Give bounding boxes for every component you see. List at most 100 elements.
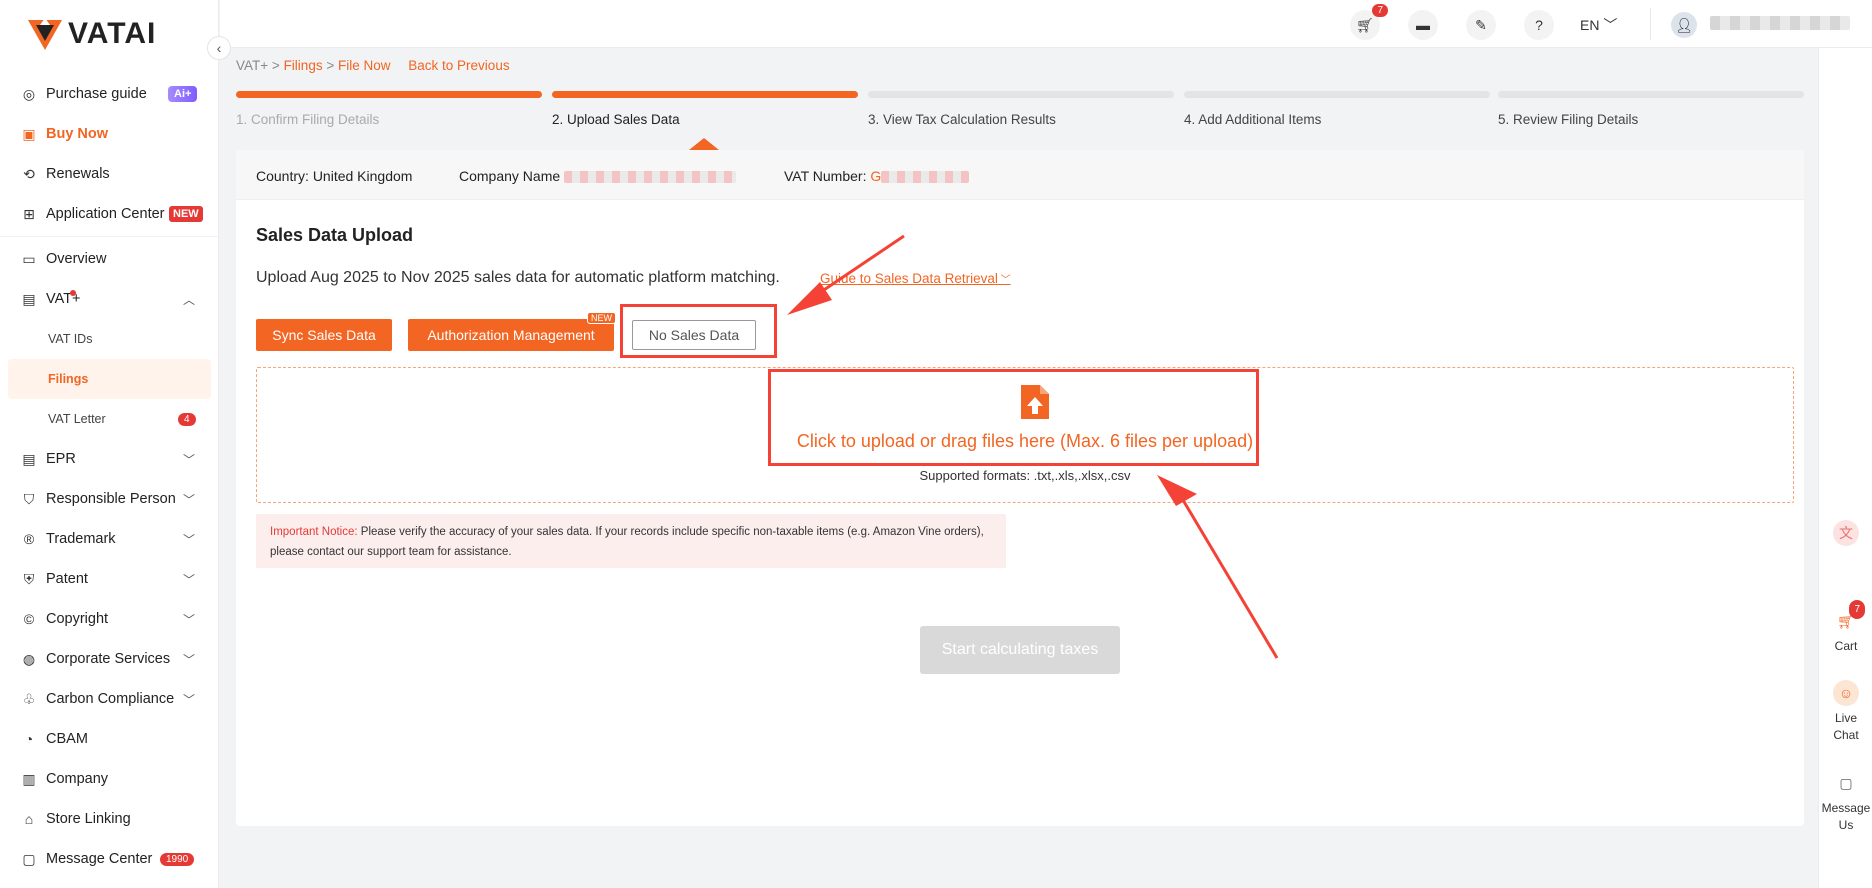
sidebar-item-label: Company [46,771,109,787]
message-us-button[interactable]: ▢ Message Us [1819,770,1872,834]
file-dropzone[interactable]: Click to upload or drag files here (Max.… [256,367,1794,503]
sidebar-item-buy-now[interactable]: ▣ Buy Now [0,114,219,154]
back-to-previous-link[interactable]: Back to Previous [408,58,509,73]
cart-count-badge: 7 [1372,4,1388,17]
sidebar-item-label: Patent [46,571,88,587]
step-bar [1184,91,1490,98]
sidebar-item-carbon-compliance[interactable]: ♧ Carbon Compliance ﹀ [0,679,219,719]
sidebar-item-application-center[interactable]: ⊞ Application Center NEW [0,194,219,234]
country-info: Country: United Kingdom [256,168,412,184]
section-title: Sales Data Upload [256,225,414,245]
translate-button[interactable]: 文 [1819,520,1872,550]
cart-label: Cart [1834,639,1858,653]
sidebar-item-label: Responsible Person [46,491,176,507]
cart-button[interactable]: 🛒︎ 7 [1350,4,1388,40]
chevron-down-icon: ﹀ [182,452,195,467]
sidebar-item-copyright[interactable]: © Copyright ﹀ [0,599,219,639]
step-label: 3. View Tax Calculation Results [868,112,1056,127]
new-badge: NEW [169,206,203,222]
help-button[interactable]: ? [1524,10,1554,40]
shield-icon: ⛉ [23,490,35,507]
chevron-up-icon: ︿ [182,292,195,307]
copyright-icon: © [23,611,35,627]
step-label: 2. Upload Sales Data [552,112,680,127]
step-bar [1498,91,1804,98]
chat-bubble-icon: ▢ [1839,774,1853,791]
sidebar-item-store-linking[interactable]: ⌂ Store Linking [0,799,219,839]
breadcrumb-filings[interactable]: Filings [284,58,323,73]
chevron-down-icon: ﹀ [182,572,195,587]
sidebar-item-label: Copyright [46,611,109,627]
cart-count-badge: 7 [1849,600,1865,619]
language-selector[interactable]: EN ﹀ [1580,15,1617,35]
brand-name: VATAI [68,17,157,50]
start-calculating-taxes-button[interactable]: Start calculating taxes [920,626,1120,674]
step-1: 1. Confirm Filing Details [236,91,542,127]
step-bar [236,91,542,98]
sidebar-item-vat-ids[interactable]: VAT IDs [0,319,219,359]
apps-icon: ⊞ [23,205,35,222]
vat-number-redacted [881,171,970,184]
epr-icon: ▤ [22,450,36,467]
building-icon: ▥ [22,770,36,787]
vat-number-prefix: G [870,168,882,184]
sidebar-item-overview[interactable]: ▭ Overview [0,239,219,279]
ticket-button[interactable]: ▬ [1408,10,1438,40]
sidebar-item-label: CBAM [46,731,88,747]
sidebar-item-label: VAT Letter [48,412,106,426]
shop-icon: ▣ [22,125,36,142]
dropzone-text: Click to upload or drag files here (Max.… [796,431,1254,451]
sidebar-item-company[interactable]: ▥ Company [0,759,219,799]
live-chat-button[interactable]: ☺ Live Chat [1819,680,1872,744]
step-5: 5. Review Filing Details [1498,91,1804,127]
no-sales-data-button[interactable]: No Sales Data [632,320,756,350]
live-chat-label: Live Chat [1833,711,1859,742]
guide-link-label: Guide to Sales Data Retrieval [820,271,998,286]
sidebar-item-renewals[interactable]: ⟲ Renewals [0,154,219,194]
chevron-down-icon: ﹀ [182,612,195,627]
sidebar-item-responsible-person[interactable]: ⛉ Responsible Person ﹀ [0,479,219,519]
sidebar-item-vat[interactable]: ▤ VAT+ ︿ [0,279,219,319]
sidebar-item-message-center[interactable]: ▢ Message Center 1990 [0,839,219,879]
current-step-pointer [689,138,719,150]
sidebar-item-epr[interactable]: ▤ EPR ﹀ [0,439,219,479]
upload-description: Upload Aug 2025 to Nov 2025 sales data f… [256,269,780,286]
brand-logo[interactable]: VATAI [26,14,156,54]
collapse-sidebar-button[interactable]: ‹ [207,36,231,60]
sidebar-item-filings[interactable]: Filings [8,359,211,399]
tools-button[interactable]: ✎ [1466,10,1496,40]
sidebar-item-trademark[interactable]: ® Trademark ﹀ [0,519,219,559]
sidebar-item-patent[interactable]: ⛨ Patent ﹀ [0,559,219,599]
sidebar-item-cbam[interactable]: ◔ CBAM [0,719,219,759]
sidebar-item-label: Renewals [46,166,110,182]
breadcrumb-root[interactable]: VAT+ [236,58,268,73]
patent-icon: ⛨ [23,570,35,587]
cart-float-button[interactable]: 🛒︎ 7 Cart [1819,600,1872,655]
compass-icon: ◎ [22,85,36,102]
authorization-management-button[interactable]: Authorization Management NEW [408,312,616,351]
sync-sales-data-button[interactable]: Sync Sales Data [256,319,392,351]
sidebar-item-vat-letter[interactable]: VAT Letter 4 [0,399,219,439]
chevron-down-icon: ﹀ [997,275,1011,286]
sidebar-item-corporate-services[interactable]: ◍ Corporate Services ﹀ [0,639,219,679]
globe-icon: ◍ [22,650,36,667]
chevron-down-icon: ﹀ [182,692,195,707]
sidebar-item-label: Purchase guide [46,86,147,102]
logo-mark-icon [28,18,62,50]
progress-steps: 1. Confirm Filing Details 2. Upload Sale… [236,91,1804,131]
message-us-label: Message Us [1821,801,1871,832]
ticket-icon: ▬ [1416,17,1430,33]
renew-icon: ⟲ [23,165,35,182]
avatar[interactable]: 👤︎ [1671,12,1697,38]
help-icon: ? [1535,17,1543,33]
guide-link[interactable]: Guide to Sales Data Retrieval ﹀ [820,271,1011,286]
sidebar: VATAI ‹ ◎ Purchase guide Ai+ ▣ Buy Now ⟲… [0,0,231,888]
username-redacted[interactable] [1710,16,1850,30]
count-badge: 4 [178,412,196,426]
sidebar-item-label: Overview [46,251,107,267]
sidebar-item-label: Application Center [46,206,165,222]
sidebar-item-purchase-guide[interactable]: ◎ Purchase guide Ai+ [0,74,219,114]
sidebar-item-label: Trademark [46,531,116,547]
vat-icon: ▤ [22,290,36,307]
breadcrumb: VAT+ > Filings > File Now Back to Previo… [236,58,510,73]
